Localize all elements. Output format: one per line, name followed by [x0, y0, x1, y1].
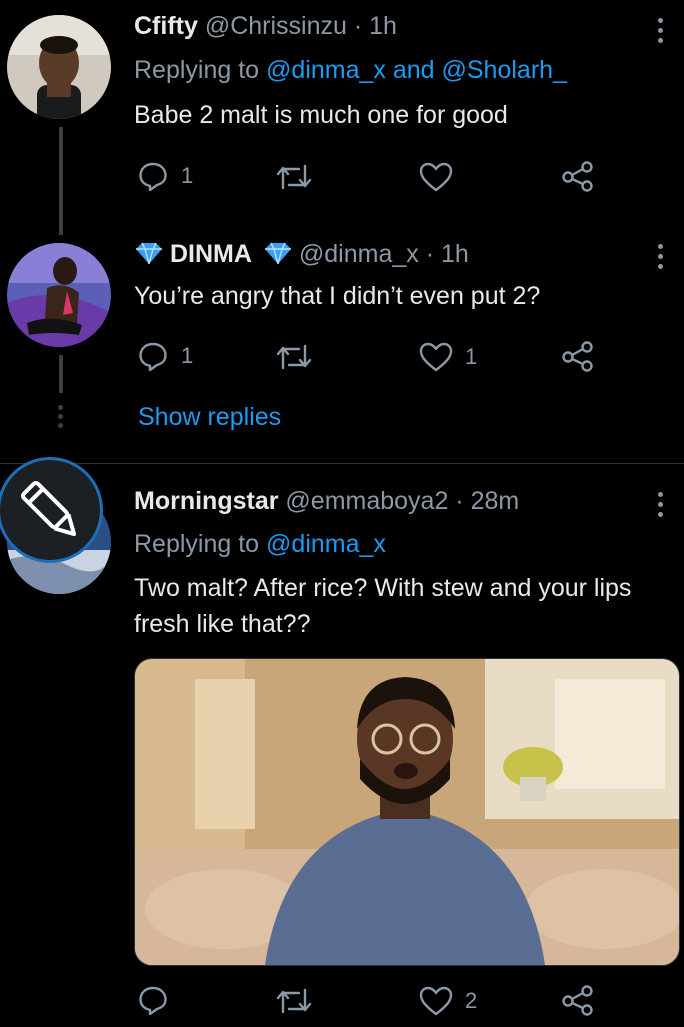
reply-icon — [139, 342, 167, 372]
like-icon — [419, 162, 453, 192]
share-button[interactable] — [561, 340, 595, 372]
reply-button[interactable]: 1 — [137, 340, 193, 372]
mention-link[interactable]: @dinma_x and @Sholarh_ — [266, 56, 567, 84]
retweet-button[interactable] — [275, 342, 313, 372]
user-handle[interactable]: @emmaboya2 — [285, 487, 448, 515]
display-name[interactable]: DINMA — [170, 240, 252, 268]
tweet-text-line: Two malt? After rice? With stew and your… — [134, 574, 632, 602]
like-count: 2 — [465, 988, 478, 1013]
tweet-header: Cfifty @Chrissinzu · 1h — [134, 12, 397, 41]
share-icon — [562, 161, 593, 192]
like-button[interactable]: 2 — [419, 986, 477, 1016]
retweet-button[interactable] — [275, 986, 313, 1016]
replying-to: Replying to @dinma_x and @Sholarh_ — [134, 56, 567, 84]
share-button[interactable] — [561, 160, 595, 192]
share-icon — [562, 985, 593, 1016]
reply-button[interactable] — [137, 984, 169, 1016]
avatar-cfifty[interactable] — [7, 15, 111, 119]
more-icon[interactable] — [652, 240, 668, 274]
show-replies-link[interactable]: Show replies — [138, 403, 281, 432]
replying-to: Replying to @dinma_x — [134, 530, 386, 558]
like-button[interactable] — [419, 162, 453, 192]
timestamp: · 1h — [353, 12, 397, 40]
retweet-icon — [276, 988, 312, 1014]
display-name[interactable]: Cfifty — [134, 12, 198, 40]
tweet-text: You’re angry that I didn’t even put 2? — [134, 282, 541, 310]
more-icon[interactable] — [652, 14, 668, 48]
like-icon — [419, 986, 453, 1016]
share-icon — [562, 341, 593, 372]
tweet-media-image[interactable] — [134, 658, 680, 966]
tweet-header: Morningstar @emmaboya2 · 28m — [134, 487, 519, 516]
reply-icon — [139, 162, 167, 192]
tweet-text: Babe 2 malt is much one for good — [134, 101, 508, 129]
tweet-header: DINMA @dinma_x · 1h — [134, 240, 469, 272]
avatar-dinma[interactable] — [7, 243, 111, 347]
tweet-text: Two malt? After rice? With stew and your… — [134, 570, 631, 642]
thread-line — [59, 355, 63, 393]
user-handle[interactable]: @Chrissinzu — [205, 12, 347, 40]
retweet-icon — [276, 164, 312, 190]
timestamp: · 28m — [455, 487, 520, 515]
like-button[interactable]: 1 — [419, 342, 477, 372]
timestamp: · 1h — [425, 240, 469, 268]
display-name[interactable]: Morningstar — [134, 487, 278, 515]
user-handle[interactable]: @dinma_x — [299, 240, 419, 268]
verified-diamond-icon — [263, 241, 293, 272]
reply-count: 1 — [181, 343, 194, 368]
divider — [0, 463, 684, 464]
verified-diamond-icon — [134, 241, 164, 272]
share-button[interactable] — [561, 984, 595, 1016]
more-icon[interactable] — [652, 488, 668, 522]
thread-dots — [56, 405, 64, 432]
reply-count: 1 — [181, 163, 194, 188]
pencil-edit-badge[interactable] — [0, 457, 103, 563]
mention-link[interactable]: @dinma_x — [266, 530, 386, 558]
thread-line — [59, 127, 63, 235]
like-count: 1 — [465, 344, 478, 369]
pencil-icon — [20, 480, 77, 537]
like-icon — [419, 342, 453, 372]
retweet-icon — [276, 344, 312, 370]
reply-button[interactable]: 1 — [137, 160, 193, 192]
reply-icon — [139, 986, 167, 1016]
tweet-text-line: fresh like that?? — [134, 610, 311, 638]
retweet-button[interactable] — [275, 162, 313, 192]
